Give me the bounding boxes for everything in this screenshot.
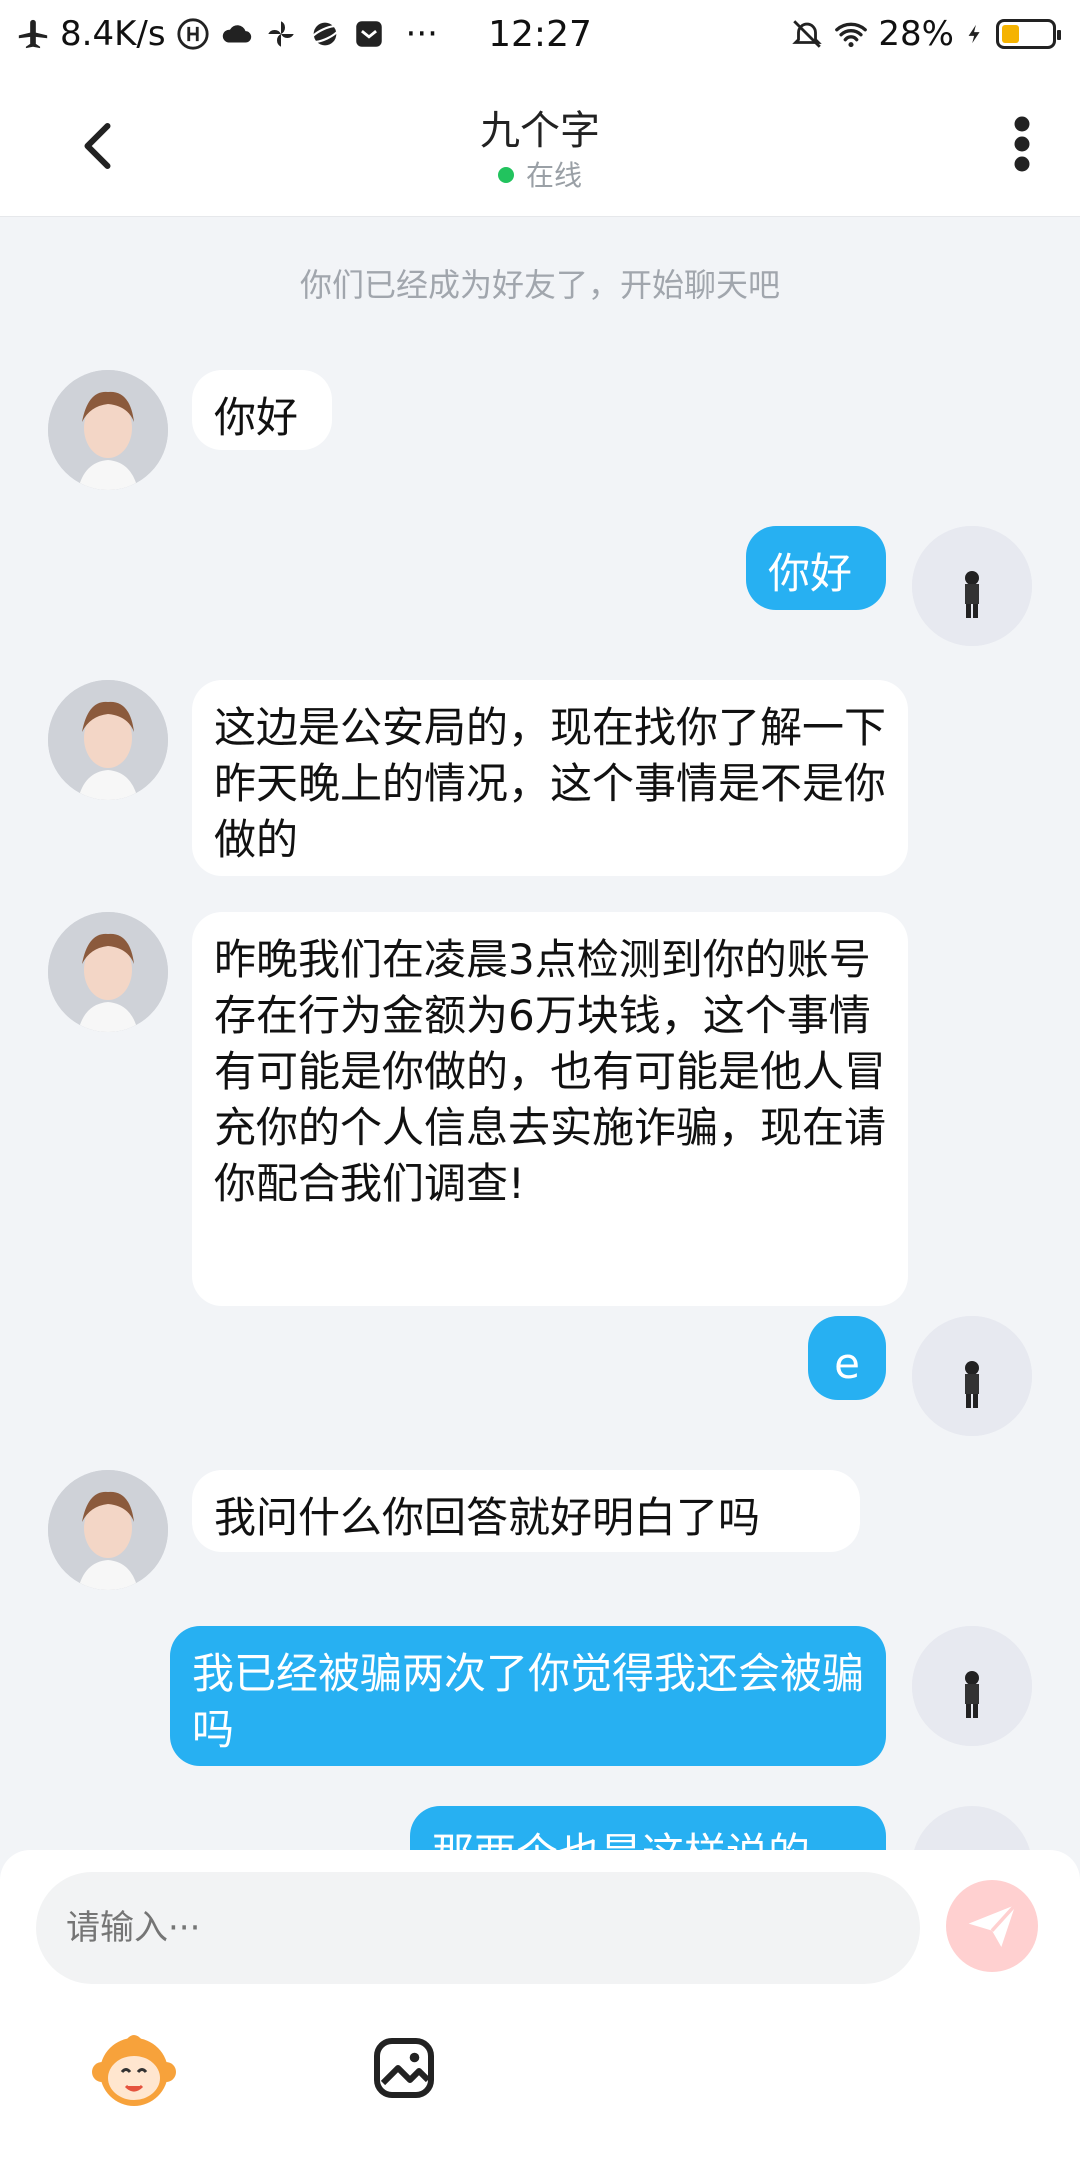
chat-title: 九个字 xyxy=(480,108,600,154)
message-bubble-incoming[interactable]: 我问什么你回答就好明白了吗 xyxy=(192,1470,860,1552)
contact-avatar-image xyxy=(48,680,168,800)
self-avatar-image xyxy=(912,1316,1032,1436)
contact-avatar-image xyxy=(48,1470,168,1590)
contact-avatar[interactable] xyxy=(48,370,168,490)
image-button[interactable] xyxy=(358,2022,450,2114)
battery-icon xyxy=(996,19,1061,49)
online-dot xyxy=(497,167,514,183)
wifi-icon xyxy=(835,22,868,48)
system-note: 你们已经成为好友了，开始聊天吧 xyxy=(299,266,780,304)
bell-muted-icon xyxy=(792,20,823,48)
send-icon xyxy=(968,1903,1017,1947)
self-avatar[interactable] xyxy=(912,526,1032,646)
battery-percent: 28% xyxy=(878,14,954,54)
contact-avatar[interactable] xyxy=(48,912,168,1032)
contact-avatar-image xyxy=(48,912,168,1032)
more-vertical-icon[interactable] xyxy=(1012,114,1032,174)
send-button[interactable] xyxy=(946,1880,1038,1972)
contact-avatar-image xyxy=(48,370,168,490)
emoji-monkey-icon xyxy=(92,2035,176,2106)
presence-status: 在线 xyxy=(0,154,1080,194)
contact-avatar[interactable] xyxy=(48,680,168,800)
self-avatar-image xyxy=(912,1626,1032,1746)
contact-avatar[interactable] xyxy=(48,1470,168,1590)
self-avatar[interactable] xyxy=(912,1316,1032,1436)
self-avatar[interactable] xyxy=(912,1806,1032,1850)
status-bar: 8.4K/s ··· 12:27 28% xyxy=(0,0,1080,76)
charging-icon xyxy=(968,24,980,44)
image-icon xyxy=(374,2038,434,2098)
message-input[interactable] xyxy=(36,1872,920,1984)
message-bubble-incoming[interactable]: 昨晚我们在凌晨3点检测到你的账号存在行为金额为6万块钱，这个事情有可能是你做的，… xyxy=(192,912,908,1306)
presence-label: 在线 xyxy=(525,159,582,192)
self-avatar-image xyxy=(912,526,1032,646)
message-bubble-outgoing[interactable]: 那两个也是这样说的 xyxy=(410,1806,886,1850)
message-bubble-outgoing[interactable]: e xyxy=(808,1316,886,1400)
self-avatar[interactable] xyxy=(912,1626,1032,1746)
message-bubble-outgoing[interactable]: 我已经被骗两次了你觉得我还会被骗吗 xyxy=(170,1626,886,1766)
message-bubble-outgoing[interactable]: 你好 xyxy=(746,526,886,610)
message-bubble-incoming[interactable]: 这边是公安局的，现在找你了解一下昨天晚上的情况，这个事情是不是你做的 xyxy=(192,680,908,876)
composer xyxy=(0,1850,1080,2160)
chat-header: 九个字 在线 xyxy=(0,76,1080,217)
emoji-button[interactable] xyxy=(88,2022,180,2114)
chat-area[interactable]: 你们已经成为好友了，开始聊天吧 你好 你好 这边是公安局的，现在找你了解一下昨天… xyxy=(0,216,1080,1850)
message-bubble-incoming[interactable]: 你好 xyxy=(192,370,332,450)
status-right: 28% xyxy=(790,14,1061,54)
